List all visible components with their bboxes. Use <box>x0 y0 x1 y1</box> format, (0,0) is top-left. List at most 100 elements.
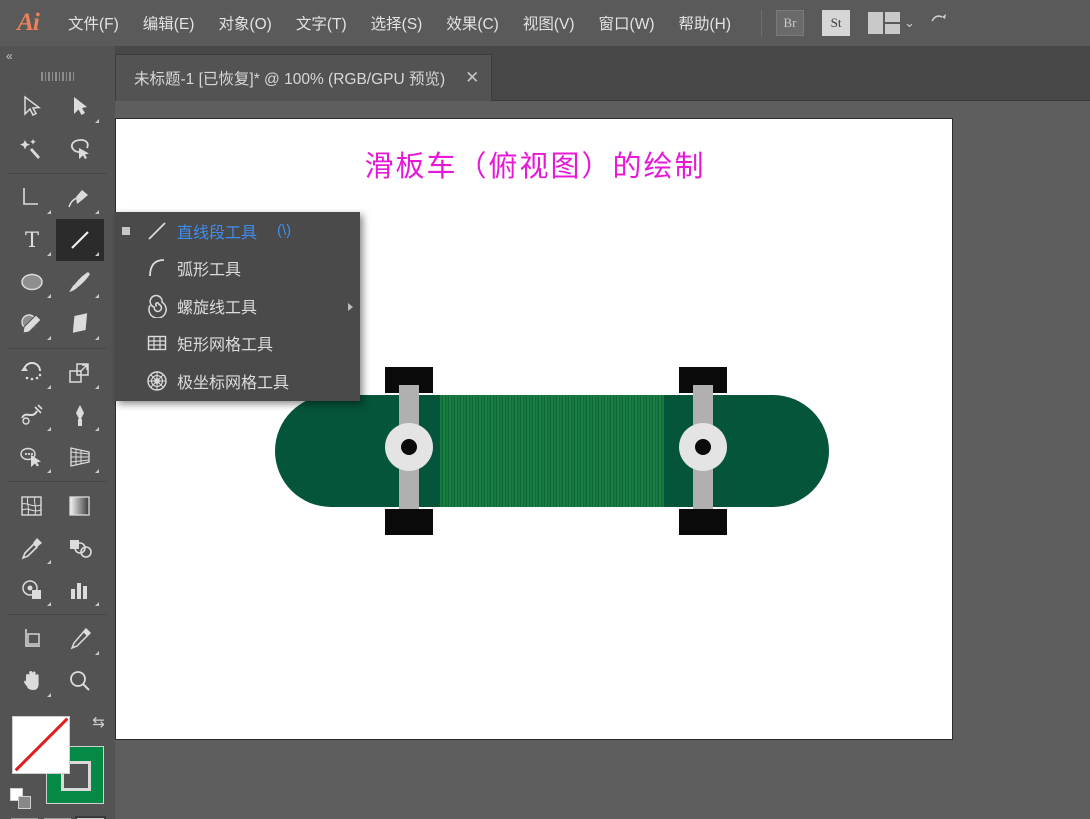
skateboard-truck-front <box>385 367 433 535</box>
tool-scale[interactable] <box>56 352 104 394</box>
flyout-item-arc[interactable]: 弧形工具 <box>115 250 360 288</box>
tool-corner-icon <box>95 119 99 123</box>
document-tab[interactable]: 未标题-1 [已恢复]* @ 100% (RGB/GPU 预览) ✕ <box>115 54 493 101</box>
flyout-label: 直线段工具 <box>177 224 258 242</box>
tool-free-transform[interactable] <box>56 394 104 436</box>
flyout-item-line-segment[interactable]: 直线段工具 (\) <box>115 212 360 250</box>
tool-curvature[interactable] <box>8 177 56 219</box>
skateboard-artwork[interactable] <box>275 367 829 535</box>
tool-shape-builder[interactable] <box>8 436 56 478</box>
tool-mesh[interactable] <box>8 485 56 527</box>
submenu-arrow-icon <box>348 303 353 311</box>
tool-corner-icon <box>47 469 51 473</box>
panel-drag-handle[interactable] <box>0 68 115 82</box>
wheel-rear-bottom <box>679 509 727 535</box>
tool-corner-icon <box>47 210 51 214</box>
active-tool-bullet <box>115 226 137 235</box>
tool-paintbrush[interactable] <box>56 261 104 303</box>
menu-help[interactable]: 帮助(H) <box>668 8 741 38</box>
tool-selection[interactable] <box>8 86 56 128</box>
tool-type[interactable]: T <box>8 219 56 261</box>
bridge-button[interactable]: Br <box>776 10 805 36</box>
tool-lasso[interactable] <box>56 128 104 170</box>
tool-blend[interactable] <box>56 527 104 569</box>
menu-divider <box>761 10 763 36</box>
tool-grid: T <box>0 82 115 702</box>
skateboard-truck-rear <box>679 367 727 535</box>
canvas-area[interactable]: 滑板车（俯视图）的绘制 <box>115 101 1090 819</box>
tool-magic-wand[interactable] <box>8 128 56 170</box>
collapse-panel-icon[interactable]: « <box>6 49 13 63</box>
line-segment-tool-flyout[interactable]: 直线段工具 (\) 弧形工具 螺旋线工具 矩形网格工具 极坐标网格工具 <box>115 212 360 401</box>
tool-corner-icon <box>95 602 99 606</box>
flyout-shortcut: (\) <box>277 222 292 240</box>
flyout-label: 螺旋线工具 <box>177 299 258 317</box>
spiral-icon <box>137 294 177 318</box>
tool-corner-icon <box>95 336 99 340</box>
tool-corner-icon <box>95 252 99 256</box>
tool-corner-icon <box>47 693 51 697</box>
swap-fill-stroke-icon[interactable]: ⇆ <box>92 713 105 731</box>
menu-view[interactable]: 视图(V) <box>513 8 585 38</box>
tool-live-paint-bucket[interactable] <box>8 569 56 611</box>
tool-hand[interactable] <box>8 660 56 702</box>
menu-file[interactable]: 文件(F) <box>58 8 129 38</box>
menu-window[interactable]: 窗口(W) <box>589 8 665 38</box>
menu-object[interactable]: 对象(O) <box>208 8 281 38</box>
menu-type[interactable]: 文字(T) <box>286 8 357 38</box>
tool-column-graph[interactable] <box>56 569 104 611</box>
tool-gradient[interactable] <box>56 485 104 527</box>
skateboard-griptape <box>440 395 664 507</box>
stock-button[interactable]: St <box>822 10 851 36</box>
menu-edit[interactable]: 编辑(E) <box>133 8 205 38</box>
tool-zoom[interactable] <box>56 660 104 702</box>
tool-divider <box>8 173 107 174</box>
app-logo-icon: Ai <box>17 9 40 36</box>
rect-grid-icon <box>137 331 177 355</box>
svg-text:T: T <box>25 228 39 252</box>
polar-grid-icon <box>137 369 177 393</box>
flyout-item-spiral[interactable]: 螺旋线工具 <box>115 287 360 325</box>
tools-panel: « T ⇆ <box>0 46 115 819</box>
tool-artboard[interactable] <box>8 618 56 660</box>
line-icon <box>137 219 177 243</box>
tool-perspective-grid[interactable] <box>56 436 104 478</box>
flyout-item-rectangular-grid[interactable]: 矩形网格工具 <box>115 325 360 363</box>
fill-swatch[interactable] <box>12 716 70 774</box>
arrange-documents-icon[interactable] <box>868 12 901 34</box>
tool-corner-icon <box>47 602 51 606</box>
fill-stroke-controls: ⇆ <box>0 708 115 816</box>
tool-shaper-pencil[interactable] <box>8 303 56 345</box>
flyout-label: 弧形工具 <box>177 262 242 280</box>
chevron-down-icon[interactable]: ⌄ <box>904 15 915 31</box>
default-fill-stroke-icon[interactable] <box>10 788 32 810</box>
tool-divider <box>8 614 107 615</box>
tool-corner-icon <box>95 294 99 298</box>
search-icon[interactable] <box>929 11 949 36</box>
tool-eraser[interactable] <box>56 303 104 345</box>
tool-corner-icon <box>95 651 99 655</box>
document-tab-bar: 未标题-1 [已恢复]* @ 100% (RGB/GPU 预览) ✕ <box>115 46 1090 101</box>
tool-ellipse[interactable] <box>8 261 56 303</box>
tool-corner-icon <box>95 427 99 431</box>
wheel-front-bottom <box>385 509 433 535</box>
tool-corner-icon <box>47 336 51 340</box>
tool-direct-selection[interactable] <box>56 86 104 128</box>
close-icon[interactable]: ✕ <box>465 68 479 88</box>
tool-width[interactable] <box>8 394 56 436</box>
tool-corner-icon <box>47 560 51 564</box>
flyout-item-polar-grid[interactable]: 极坐标网格工具 <box>115 362 360 400</box>
tool-eyedropper[interactable] <box>8 527 56 569</box>
flyout-label: 极坐标网格工具 <box>177 374 290 392</box>
tool-divider <box>8 348 107 349</box>
menu-effect[interactable]: 效果(C) <box>436 8 509 38</box>
tool-pen[interactable] <box>56 177 104 219</box>
none-slash-icon <box>12 716 70 774</box>
tool-rotate[interactable] <box>8 352 56 394</box>
menu-bar: Ai 文件(F) 编辑(E) 对象(O) 文字(T) 选择(S) 效果(C) 视… <box>0 0 1090 46</box>
menu-select[interactable]: 选择(S) <box>361 8 433 38</box>
artwork-title-text: 滑板车（俯视图）的绘制 <box>364 149 706 183</box>
tool-line-segment[interactable] <box>56 219 104 261</box>
truck-hub-rear <box>679 423 727 471</box>
tool-slice[interactable] <box>56 618 104 660</box>
